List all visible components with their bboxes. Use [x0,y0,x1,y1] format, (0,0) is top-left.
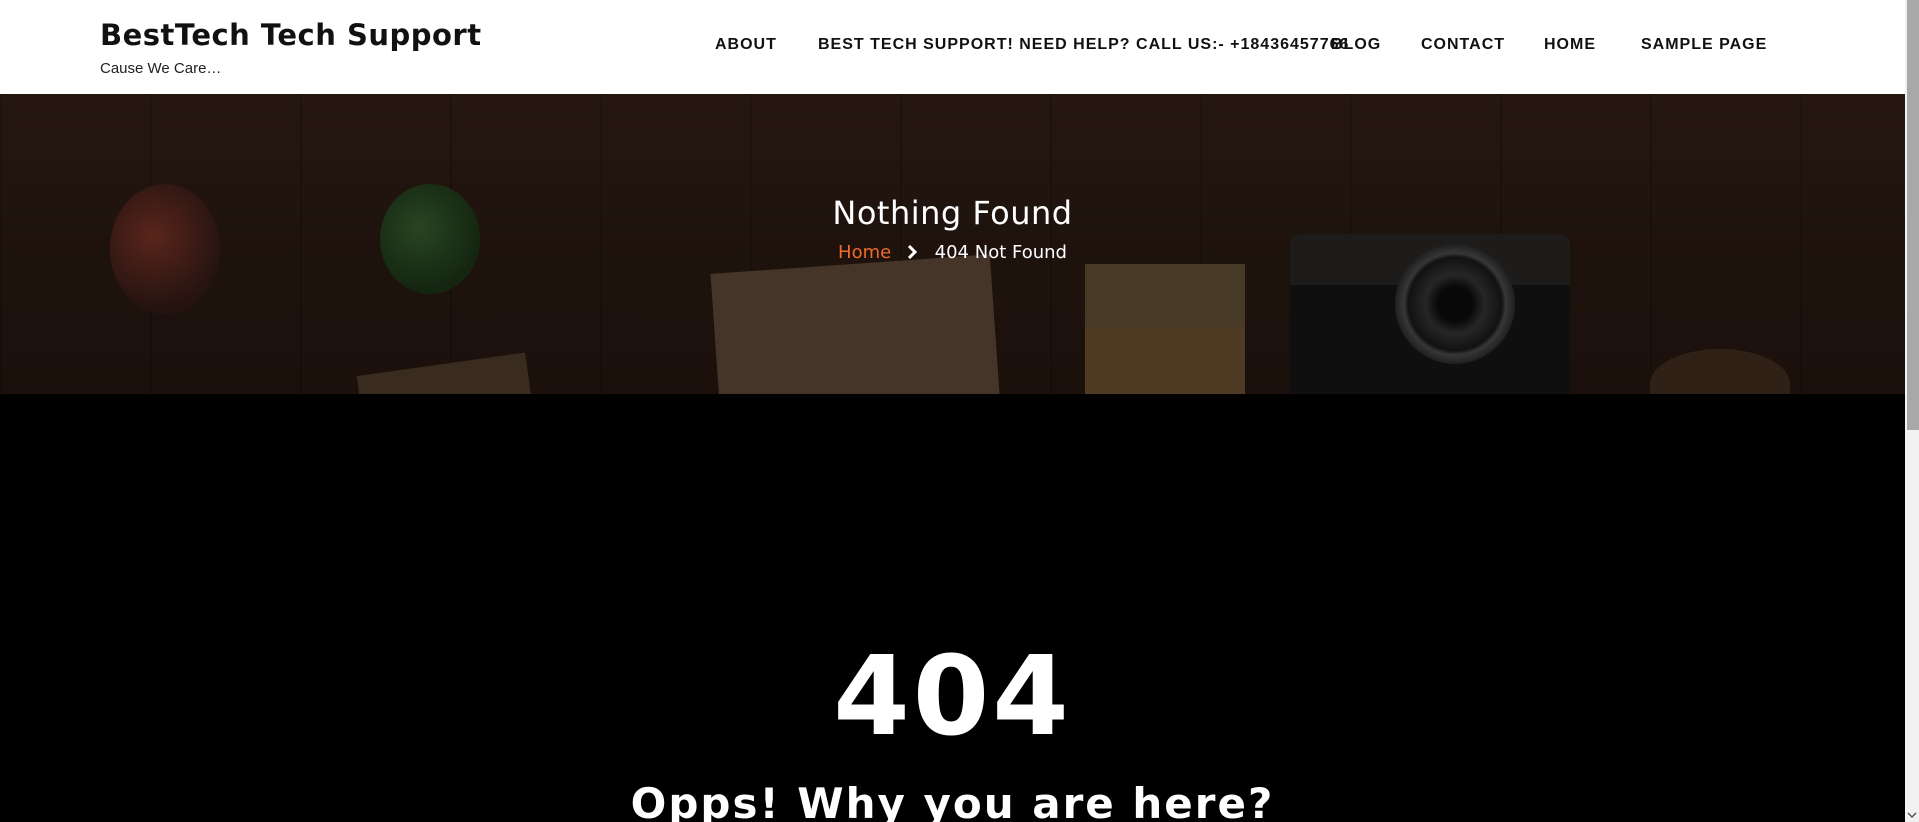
nav-item-call-us[interactable]: BEST TECH SUPPORT! NEED HELP? CALL US:- … [818,36,1349,54]
nav-item-blog[interactable]: BLOG [1331,36,1381,54]
chevron-down-icon[interactable] [1905,808,1919,822]
error-section: 404 Opps! Why you are here? [0,394,1905,822]
nav-item-contact[interactable]: CONTACT [1421,36,1505,54]
site-header: BestTech Tech Support Cause We Care… ABO… [0,0,1905,94]
nav-item-home[interactable]: HOME [1544,36,1596,54]
nav-item-sample-page[interactable]: SAMPLE PAGE [1641,36,1767,54]
scrollbar-thumb[interactable] [1907,0,1919,430]
error-code: 404 [833,632,1072,760]
breadcrumb: Home 404 Not Found [0,242,1905,263]
chevron-right-icon [903,243,923,260]
vertical-scrollbar[interactable] [1905,0,1919,822]
main-nav: ABOUT BEST TECH SUPPORT! NEED HELP? CALL… [0,36,1905,58]
page-title: Nothing Found [832,194,1073,232]
site-tagline: Cause We Care… [100,60,222,77]
page-banner: Nothing Found Home 404 Not Found [0,94,1905,394]
breadcrumb-current: 404 Not Found [934,242,1067,263]
breadcrumb-home-link[interactable]: Home [838,242,891,263]
nav-item-about[interactable]: ABOUT [715,36,777,54]
error-message: Opps! Why you are here? [630,779,1275,822]
